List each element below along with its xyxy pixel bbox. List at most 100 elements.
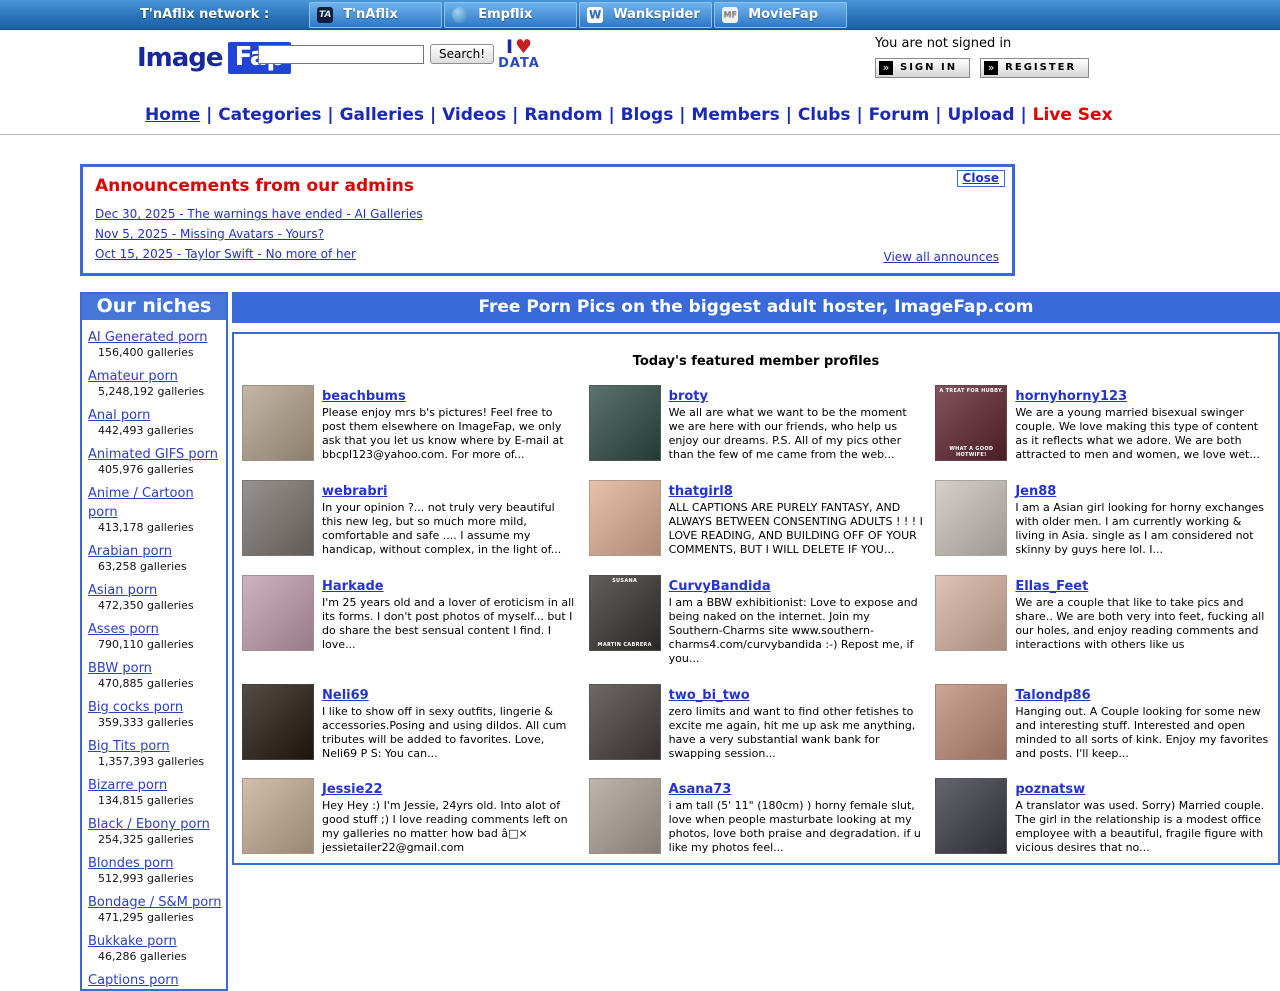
nav-link[interactable]: Members — [691, 105, 779, 125]
profile-thumbnail[interactable] — [242, 684, 314, 760]
logo-text-image: Image — [137, 43, 223, 73]
view-all-announces-link[interactable]: View all announces — [884, 250, 999, 264]
register-button[interactable]: » REGISTER — [980, 58, 1089, 78]
niche-item: Bukkake porn 46,286 galleries — [82, 924, 226, 963]
profile-name-link[interactable]: Asana73 — [669, 782, 732, 797]
profile-name-link[interactable]: beachbums — [322, 389, 406, 404]
profile-thumbnail[interactable] — [589, 684, 661, 760]
profile-thumbnail[interactable] — [589, 778, 661, 854]
profile-description: I'm 25 years old and a lover of eroticis… — [322, 596, 577, 652]
niche-link[interactable]: Bondage / S&M porn — [88, 895, 222, 910]
profile-name-link[interactable]: CurvyBandida — [669, 579, 771, 594]
profile-thumbnail[interactable] — [242, 385, 314, 461]
niche-link[interactable]: BBW porn — [88, 661, 152, 676]
niche-item: BBW porn 470,885 galleries — [82, 651, 226, 690]
niche-link[interactable]: Captions porn — [88, 973, 179, 988]
profile-name-link[interactable]: Harkade — [322, 579, 384, 594]
search-button[interactable]: Search! — [430, 44, 494, 64]
announcement-link[interactable]: Dec 30, 2025 - The warnings have ended -… — [95, 207, 423, 221]
network-site-button[interactable]: MF MovieFap — [714, 2, 847, 28]
arrow-icon: » — [879, 61, 893, 75]
featured-profiles-grid: beachbums Please enjoy mrs b's pictures!… — [242, 385, 1270, 855]
nav-item: Live Sex — [1033, 105, 1113, 125]
profile-thumbnail[interactable] — [242, 480, 314, 556]
niche-link[interactable]: Asses porn — [88, 622, 159, 637]
nav-link[interactable]: Live Sex — [1033, 105, 1113, 125]
featured-profile-card: webrabri In your opinion ?... not truly … — [242, 480, 577, 557]
niche-link[interactable]: Bukkake porn — [88, 934, 177, 949]
profile-thumbnail[interactable] — [935, 575, 1007, 651]
nav-link[interactable]: Clubs — [798, 105, 851, 125]
profile-thumbnail[interactable] — [242, 575, 314, 651]
close-button[interactable]: Close — [957, 170, 1005, 187]
sign-in-button[interactable]: » SIGN IN — [875, 58, 970, 78]
network-site-button[interactable]: W Wankspider — [579, 2, 712, 28]
niche-item: Bondage / S&M porn 471,295 galleries — [82, 885, 226, 924]
profile-name-link[interactable]: poznatsw — [1015, 782, 1085, 797]
niche-link[interactable]: AI Generated porn — [88, 330, 208, 345]
profile-name-link[interactable]: Neli69 — [322, 688, 369, 703]
profile-name-link[interactable]: broty — [669, 389, 708, 404]
network-site-button[interactable]: TA T'nAflix — [309, 2, 442, 28]
network-site-label: Wankspider — [613, 7, 700, 22]
niche-link[interactable]: Black / Ebony porn — [88, 817, 210, 832]
profile-thumbnail[interactable] — [589, 480, 661, 556]
nav-link[interactable]: Categories — [218, 105, 321, 125]
featured-profile-card: Neli69 I like to show off in sexy outfit… — [242, 684, 577, 761]
niche-link[interactable]: Big Tits porn — [88, 739, 170, 754]
featured-profile-card: Ellas_Feet We are a couple that like to … — [935, 575, 1270, 666]
niche-link[interactable]: Anime / Cartoon porn — [88, 486, 194, 520]
profile-name-link[interactable]: Ellas_Feet — [1015, 579, 1088, 594]
profile-description: A translator was used. Sorry) Married co… — [1015, 799, 1270, 855]
niche-link[interactable]: Blondes porn — [88, 856, 173, 871]
announcement-item: Oct 15, 2025 - Taylor Swift - No more of… — [95, 243, 1000, 262]
network-site-button[interactable]: Empflix — [444, 2, 577, 28]
nav-link[interactable]: Blogs — [621, 105, 674, 125]
profile-thumbnail[interactable] — [935, 684, 1007, 760]
niche-link[interactable]: Big cocks porn — [88, 700, 183, 715]
nav-link[interactable]: Videos — [442, 105, 506, 125]
niche-link[interactable]: Bizarre porn — [88, 778, 167, 793]
niche-link[interactable]: Arabian porn — [88, 544, 172, 559]
nav-item: Blogs — [621, 105, 692, 125]
nav-link[interactable]: Upload — [947, 105, 1014, 125]
profile-name-link[interactable]: thatgirl8 — [669, 484, 733, 499]
nav-link[interactable]: Random — [524, 105, 602, 125]
signin-area: You are not signed in » SIGN IN » REGIST… — [875, 36, 1094, 78]
nav-link[interactable]: Galleries — [340, 105, 424, 125]
profile-thumbnail[interactable] — [589, 385, 661, 461]
profile-name-link[interactable]: Jessie22 — [322, 782, 383, 797]
announcement-item: Dec 30, 2025 - The warnings have ended -… — [95, 203, 1000, 222]
network-site-icon: MF — [722, 7, 738, 23]
niche-gallery-count: 5,248,192 galleries — [88, 385, 222, 398]
niche-item: Big Tits porn 1,357,393 galleries — [82, 729, 226, 768]
niche-link[interactable]: Anal porn — [88, 408, 150, 423]
profile-thumbnail[interactable] — [935, 778, 1007, 854]
search-input[interactable] — [258, 45, 424, 64]
profile-thumbnail[interactable] — [935, 480, 1007, 556]
profile-name-link[interactable]: hornyhorny123 — [1015, 389, 1127, 404]
niche-link[interactable]: Asian porn — [88, 583, 157, 598]
network-site-icon: W — [587, 7, 603, 23]
niche-gallery-count: 254,325 galleries — [88, 833, 222, 846]
profile-thumbnail[interactable]: A TREAT FOR HUBBY. WHAT A GOOD HOTWIFE! — [935, 385, 1007, 461]
featured-profile-card: Talondp86 Hanging out. A Couple looking … — [935, 684, 1270, 761]
niche-item: Blondes porn 512,993 galleries — [82, 846, 226, 885]
nav-item: Galleries — [340, 105, 443, 125]
announcement-link[interactable]: Nov 5, 2025 - Missing Avatars - Yours? — [95, 227, 324, 241]
profile-name-link[interactable]: Jen88 — [1015, 484, 1056, 499]
profile-name-link[interactable]: two_bi_two — [669, 688, 750, 703]
i-love-data-logo[interactable]: I ♥ DATA — [496, 39, 542, 71]
profile-name-link[interactable]: Talondp86 — [1015, 688, 1090, 703]
niche-item: Bizarre porn 134,815 galleries — [82, 768, 226, 807]
profile-thumbnail[interactable] — [242, 778, 314, 854]
announcement-link[interactable]: Oct 15, 2025 - Taylor Swift - No more of… — [95, 247, 356, 261]
profile-name-link[interactable]: webrabri — [322, 484, 388, 499]
niche-link[interactable]: Amateur porn — [88, 369, 178, 384]
profile-thumbnail[interactable]: SUSANA MARTIN CABRERA — [589, 575, 661, 651]
profile-description: We are a couple that like to take pics a… — [1015, 596, 1270, 652]
niche-link[interactable]: Animated GIFS porn — [88, 447, 218, 462]
nav-link[interactable]: Home — [145, 105, 200, 125]
nav-link[interactable]: Forum — [869, 105, 930, 125]
featured-profile-card: A TREAT FOR HUBBY. WHAT A GOOD HOTWIFE! … — [935, 385, 1270, 462]
